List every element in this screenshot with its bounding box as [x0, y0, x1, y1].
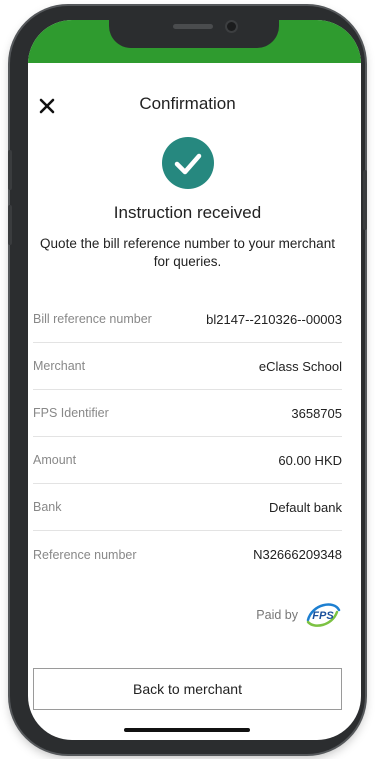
app-content: Confirmation Instruction received Quote … — [21, 20, 354, 740]
side-button — [8, 205, 12, 245]
home-indicator[interactable] — [124, 728, 250, 732]
detail-label: Reference number — [33, 547, 137, 562]
detail-row-bill-reference: Bill reference number bl2147--210326--00… — [33, 296, 342, 343]
detail-row-fps-identifier: FPS Identifier 3658705 — [33, 390, 342, 437]
header: Confirmation — [21, 90, 354, 126]
fps-logo-text: FPS — [312, 610, 334, 622]
detail-row-amount: Amount 60.00 HKD — [33, 437, 342, 484]
page-title: Confirmation — [139, 94, 236, 113]
back-to-merchant-button[interactable]: Back to merchant — [33, 668, 342, 710]
detail-value: eClass School — [258, 358, 342, 374]
paid-by-label: Paid by — [256, 608, 298, 622]
detail-row-merchant: Merchant eClass School — [33, 343, 342, 390]
status-description: Quote the bill reference number to your … — [40, 236, 335, 269]
side-button — [8, 150, 12, 190]
details-list: Bill reference number bl2147--210326--00… — [33, 296, 342, 578]
fps-logo-icon: FPS — [306, 603, 341, 627]
detail-value: 3658705 — [291, 405, 342, 421]
detail-label: Merchant — [33, 359, 86, 373]
detail-label: Bank — [33, 500, 62, 514]
detail-label: Amount — [33, 453, 77, 467]
detail-value: Default bank — [269, 499, 342, 515]
detail-label: FPS Identifier — [33, 406, 109, 420]
detail-value: bl2147--210326--00003 — [206, 311, 342, 327]
status-title: Instruction received — [113, 203, 262, 222]
detail-label: Bill reference number — [33, 312, 152, 326]
detail-value: N32666209348 — [253, 547, 342, 562]
app-screenshot: Confirmation Instruction received Quote … — [0, 0, 375, 759]
detail-row-reference-number: Reference number N32666209348 — [33, 531, 342, 578]
detail-value: 60.00 HKD — [278, 452, 342, 468]
detail-row-bank: Bank Default bank — [33, 484, 342, 531]
power-button — [363, 170, 367, 230]
check-circle-icon — [162, 137, 214, 189]
paid-by: Paid by FPS — [256, 600, 342, 630]
